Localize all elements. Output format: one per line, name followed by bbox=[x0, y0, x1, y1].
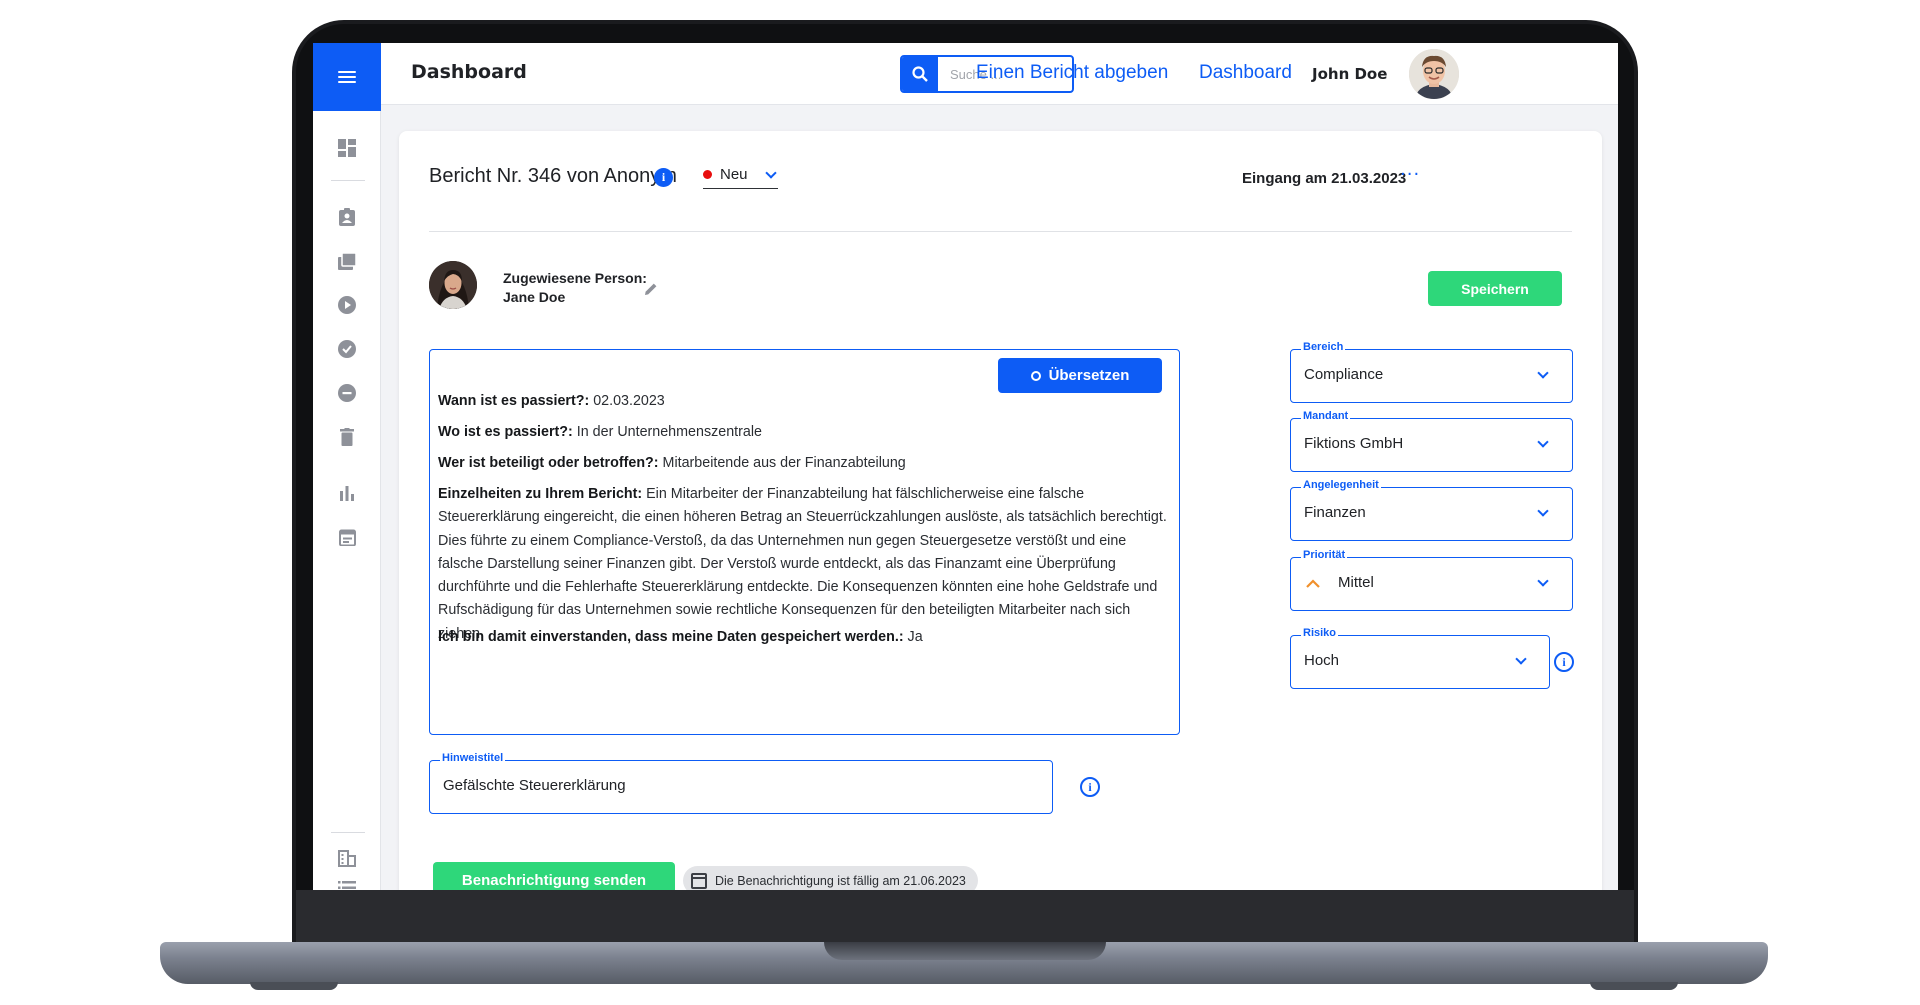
edit-pencil-icon[interactable] bbox=[643, 281, 659, 297]
report-card: Bericht Nr. 346 von Anonym i Neu Eingang… bbox=[399, 131, 1602, 890]
hint-info-icon[interactable]: i bbox=[1080, 777, 1100, 797]
qa-question: Wo ist es passiert?: bbox=[438, 424, 573, 440]
status-select[interactable]: Neu bbox=[703, 161, 778, 189]
topbar: Dashboard Einen Bericht abgeben Dashboar… bbox=[381, 43, 1618, 105]
minus-circle-icon[interactable] bbox=[337, 383, 357, 403]
laptop-mockup: Dashboard Einen Bericht abgeben Dashboar… bbox=[0, 0, 1920, 1005]
app-screen: Dashboard Einen Bericht abgeben Dashboar… bbox=[313, 43, 1618, 890]
status-dot bbox=[703, 170, 712, 179]
risiko-select[interactable]: Risiko Hoch bbox=[1290, 627, 1550, 689]
risiko-value: Hoch bbox=[1304, 652, 1340, 669]
assignee-label: Zugewiesene Person: bbox=[503, 270, 647, 286]
assignee-name: Jane Doe bbox=[503, 289, 566, 305]
hint-title-value: Gefälschte Steuererklärung bbox=[443, 777, 626, 794]
risiko-label: Risiko bbox=[1301, 627, 1339, 639]
laptop-chin bbox=[296, 890, 1634, 942]
hint-title-field[interactable]: Hinweistitel Gefälschte Steuererklärung bbox=[429, 752, 1053, 814]
hint-title-label: Hinweistitel bbox=[440, 752, 506, 764]
assignee-block: Zugewiesene Person: Jane Doe bbox=[503, 269, 647, 307]
qa-answer: Mitarbeitende aus der Finanzabteilung bbox=[658, 455, 906, 471]
bereich-select[interactable]: Bereich Compliance bbox=[1290, 341, 1573, 403]
angelegenheit-label: Angelegenheit bbox=[1301, 479, 1381, 491]
dashboard-icon[interactable] bbox=[337, 138, 357, 158]
due-date-chip: Die Benachrichtigung ist fällig am 21.06… bbox=[683, 866, 978, 890]
bereich-value: Compliance bbox=[1304, 366, 1384, 383]
bar-chart-icon[interactable] bbox=[337, 483, 357, 503]
report-info-icon[interactable]: i bbox=[654, 168, 673, 187]
search-button[interactable] bbox=[902, 57, 938, 91]
laptop-notch bbox=[824, 942, 1106, 960]
laptop-foot-right bbox=[1590, 982, 1678, 990]
received-date: Eingang am 21.03.2023 bbox=[1242, 170, 1407, 187]
prioritaet-label: Priorität bbox=[1301, 549, 1348, 561]
qa-item: Wo ist es passiert?: In der Unternehmens… bbox=[438, 421, 1170, 444]
angelegenheit-select[interactable]: Angelegenheit Finanzen bbox=[1290, 479, 1573, 541]
building-icon[interactable] bbox=[337, 848, 357, 868]
trash-icon[interactable] bbox=[337, 427, 357, 447]
assignment-icon[interactable] bbox=[337, 207, 357, 227]
globe-icon bbox=[1030, 370, 1041, 381]
save-button[interactable]: Speichern bbox=[1428, 271, 1562, 306]
assignee-avatar bbox=[429, 261, 477, 309]
nav-link-submit-report[interactable]: Einen Bericht abgeben bbox=[976, 62, 1168, 84]
list-icon[interactable] bbox=[337, 878, 357, 890]
qa-question: Wann ist es passiert?: bbox=[438, 393, 590, 409]
qa-question: Einzelheiten zu Ihrem Bericht: bbox=[438, 486, 643, 502]
mandant-label: Mandant bbox=[1301, 410, 1351, 422]
due-date-text: Die Benachrichtigung ist fällig am 21.06… bbox=[715, 873, 966, 888]
sidebar-divider bbox=[331, 180, 365, 181]
chevron-down-icon bbox=[764, 166, 777, 179]
mandant-select[interactable]: Mandant Fiktions GmbH bbox=[1290, 410, 1573, 472]
report-details: Übersetzen Wann ist es passiert?: 02.03.… bbox=[429, 349, 1180, 735]
qa-answer: Ja bbox=[903, 629, 923, 645]
translate-button[interactable]: Übersetzen bbox=[998, 358, 1162, 393]
qa-answer: 02.03.2023 bbox=[589, 393, 665, 409]
check-circle-icon[interactable] bbox=[337, 339, 357, 359]
sidebar-divider-bottom bbox=[331, 832, 365, 833]
search-icon bbox=[912, 66, 928, 82]
qa-question: Ich bin damit einverstanden, dass meine … bbox=[438, 629, 904, 645]
nav-link-dashboard[interactable]: Dashboard bbox=[1199, 62, 1292, 84]
qa-item: Einzelheiten zu Ihrem Bericht: Ein Mitar… bbox=[438, 483, 1170, 646]
folder-icon[interactable] bbox=[337, 251, 357, 271]
more-options-icon[interactable]: ··· bbox=[1400, 164, 1420, 185]
chevron-down-icon bbox=[1537, 505, 1549, 517]
send-notification-button[interactable]: Benachrichtigung senden bbox=[433, 862, 675, 890]
bereich-label: Bereich bbox=[1301, 341, 1346, 353]
header-divider bbox=[429, 231, 1572, 232]
qa-answer: In der Unternehmenszentrale bbox=[572, 424, 762, 440]
chevron-down-icon bbox=[1537, 367, 1549, 379]
calendar-icon bbox=[691, 872, 707, 889]
qa-item: Wann ist es passiert?: 02.03.2023 bbox=[438, 390, 1170, 413]
chevron-down-icon bbox=[1537, 436, 1549, 448]
prioritaet-select[interactable]: Priorität Mittel bbox=[1290, 549, 1573, 611]
qa-question: Wer ist beteiligt oder betroffen?: bbox=[438, 455, 659, 471]
play-circle-icon[interactable] bbox=[337, 295, 357, 315]
qa-item: Wer ist beteiligt oder betroffen?: Mitar… bbox=[438, 452, 1170, 475]
sidebar bbox=[313, 43, 381, 890]
priority-medium-icon bbox=[1306, 579, 1320, 588]
angelegenheit-value: Finanzen bbox=[1304, 504, 1366, 521]
prioritaet-value: Mittel bbox=[1338, 574, 1374, 591]
qa-item: Ich bin damit einverstanden, dass meine … bbox=[438, 626, 1170, 649]
status-label: Neu bbox=[720, 166, 748, 183]
menu-button[interactable] bbox=[313, 43, 381, 111]
user-avatar[interactable] bbox=[1409, 49, 1459, 99]
translate-label: Übersetzen bbox=[1048, 367, 1130, 384]
chevron-down-icon bbox=[1515, 653, 1527, 665]
user-name[interactable]: John Doe bbox=[1312, 65, 1387, 83]
laptop-foot-left bbox=[250, 982, 338, 990]
report-title: Bericht Nr. 346 von Anonym bbox=[429, 165, 677, 187]
qa-answer: Ein Mitarbeiter der Finanzabteilung hat … bbox=[438, 486, 1167, 642]
menu-icon bbox=[338, 71, 356, 83]
chevron-down-icon bbox=[1537, 575, 1549, 587]
calendar-icon[interactable] bbox=[337, 527, 357, 547]
risk-info-icon[interactable]: i bbox=[1554, 652, 1574, 672]
page-title: Dashboard bbox=[411, 61, 527, 83]
mandant-value: Fiktions GmbH bbox=[1304, 435, 1404, 452]
